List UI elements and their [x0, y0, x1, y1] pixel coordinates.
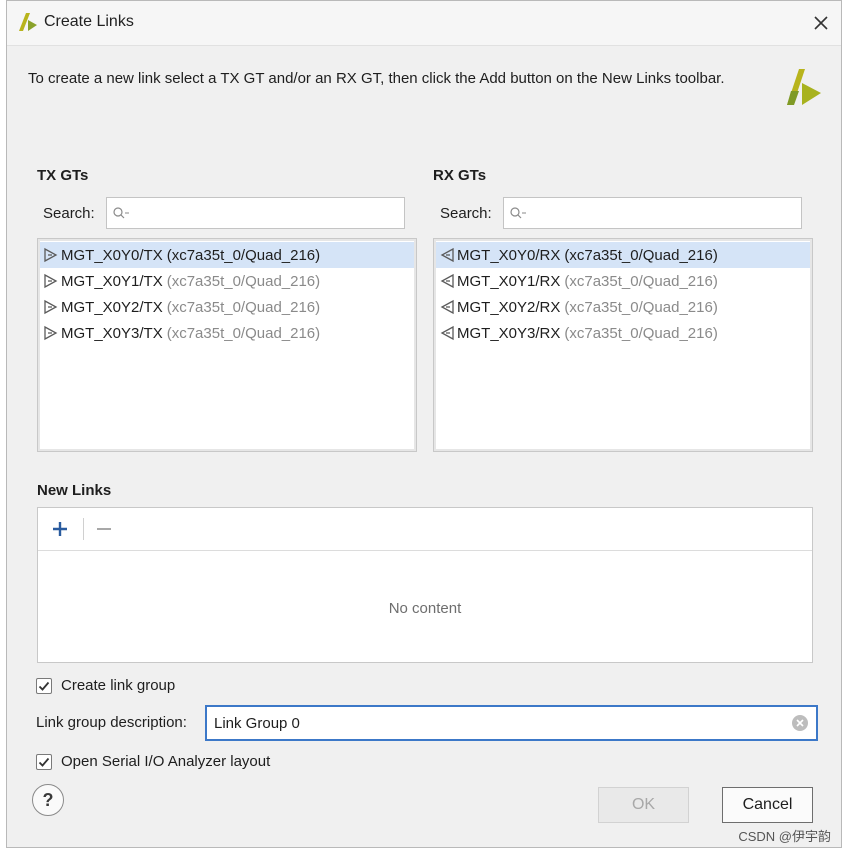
rx-gt-list-item[interactable]: MGT_X0Y2/RX (xc7a35t_0/Quad_216) — [436, 294, 810, 320]
tx-gt-location: (xc7a35t_0/Quad_216) — [166, 246, 321, 264]
rx-gt-list-item[interactable]: MGT_X0Y0/RX (xc7a35t_0/Quad_216) — [436, 242, 810, 268]
create-link-group-checkbox-row[interactable]: Create link group — [36, 677, 175, 694]
instructions-text: To create a new link select a TX GT and/… — [28, 70, 725, 87]
checkmark-icon — [38, 757, 50, 767]
rx-gt-name: MGT_X0Y2/RX — [457, 298, 561, 316]
link-group-description-input[interactable] — [212, 713, 790, 733]
tx-search-label: Search: — [43, 205, 95, 222]
rx-transceiver-icon — [440, 299, 454, 315]
tx-gt-name: MGT_X0Y0/TX — [61, 246, 163, 264]
rx-gt-name: MGT_X0Y3/RX — [457, 324, 561, 342]
link-group-description-field[interactable] — [205, 705, 818, 741]
ok-button[interactable]: OK — [598, 787, 689, 823]
tx-transceiver-icon — [44, 325, 58, 341]
tx-gt-name: MGT_X0Y2/TX — [61, 298, 163, 316]
tx-gt-list-item[interactable]: MGT_X0Y1/TX (xc7a35t_0/Quad_216) — [40, 268, 414, 294]
rx-gts-list: MGT_X0Y0/RX (xc7a35t_0/Quad_216) MGT_X0Y1/… — [433, 238, 813, 452]
search-icon — [510, 207, 526, 219]
clear-icon — [792, 715, 808, 731]
brand-logo-icon — [787, 69, 821, 105]
tx-gts-list: MGT_X0Y0/TX (xc7a35t_0/Quad_216) MGT_X0Y1/… — [37, 238, 417, 452]
search-icon — [113, 207, 129, 219]
tx-gt-list-item[interactable]: MGT_X0Y2/TX (xc7a35t_0/Quad_216) — [40, 294, 414, 320]
tx-gt-list-item[interactable]: MGT_X0Y0/TX (xc7a35t_0/Quad_216) — [40, 242, 414, 268]
watermark: CSDN @伊宇韵 — [738, 829, 831, 844]
toolbar-separator — [83, 518, 84, 540]
new-links-toolbar — [38, 508, 812, 551]
minus-icon — [97, 528, 111, 530]
open-layout-checkbox-row[interactable]: Open Serial I/O Analyzer layout — [36, 753, 270, 770]
title-bar: Create Links — [7, 1, 841, 46]
tx-transceiver-icon — [44, 273, 58, 289]
rx-gt-name: MGT_X0Y0/RX — [457, 246, 561, 264]
create-link-group-checkbox[interactable] — [36, 677, 52, 694]
tx-transceiver-icon — [44, 299, 58, 315]
remove-link-button[interactable] — [91, 516, 117, 542]
window-title: Create Links — [44, 13, 134, 30]
rx-search-label: Search: — [440, 205, 492, 222]
rx-transceiver-icon — [440, 273, 454, 289]
clear-field-button[interactable] — [790, 713, 810, 733]
close-icon — [814, 16, 828, 30]
vivado-logo-icon — [19, 13, 37, 31]
rx-transceiver-icon — [440, 247, 454, 263]
tx-gt-location: (xc7a35t_0/Quad_216) — [166, 298, 321, 316]
rx-search-input[interactable] — [527, 198, 801, 228]
rx-gt-location: (xc7a35t_0/Quad_216) — [564, 246, 718, 264]
rx-gts-heading: RX GTs — [433, 167, 487, 184]
close-button[interactable] — [807, 9, 835, 37]
plus-icon — [53, 522, 67, 536]
rx-gt-location: (xc7a35t_0/Quad_216) — [564, 272, 718, 290]
tx-transceiver-icon — [44, 247, 58, 263]
rx-search-input-box[interactable] — [503, 197, 802, 229]
rx-gt-location: (xc7a35t_0/Quad_216) — [564, 298, 718, 316]
open-layout-checkbox[interactable] — [36, 753, 52, 770]
link-group-description-label: Link group description: — [36, 714, 187, 731]
add-link-button[interactable] — [47, 516, 73, 542]
checkmark-icon — [38, 681, 50, 691]
help-button[interactable]: ? — [32, 784, 64, 816]
rx-gt-location: (xc7a35t_0/Quad_216) — [564, 324, 718, 342]
new-links-panel: No content — [37, 507, 813, 663]
tx-gt-location: (xc7a35t_0/Quad_216) — [166, 272, 321, 290]
rx-gt-list-item[interactable]: MGT_X0Y3/RX (xc7a35t_0/Quad_216) — [436, 320, 810, 346]
tx-gt-name: MGT_X0Y3/TX — [61, 324, 163, 342]
tx-gt-name: MGT_X0Y1/TX — [61, 272, 163, 290]
rx-gt-name: MGT_X0Y1/RX — [457, 272, 561, 290]
create-links-dialog: Create Links To create a new link select… — [6, 0, 842, 848]
tx-search-input[interactable] — [130, 198, 404, 228]
tx-gt-location: (xc7a35t_0/Quad_216) — [166, 324, 321, 342]
tx-search-input-box[interactable] — [106, 197, 405, 229]
rx-gt-list-item[interactable]: MGT_X0Y1/RX (xc7a35t_0/Quad_216) — [436, 268, 810, 294]
tx-gt-list-item[interactable]: MGT_X0Y3/TX (xc7a35t_0/Quad_216) — [40, 320, 414, 346]
open-layout-label: Open Serial I/O Analyzer layout — [61, 753, 271, 770]
empty-placeholder: No content — [388, 600, 462, 617]
new-links-heading: New Links — [37, 482, 112, 499]
tx-gts-heading: TX GTs — [37, 167, 89, 184]
create-link-group-label: Create link group — [61, 677, 176, 694]
cancel-button[interactable]: Cancel — [722, 787, 813, 823]
rx-transceiver-icon — [440, 325, 454, 341]
